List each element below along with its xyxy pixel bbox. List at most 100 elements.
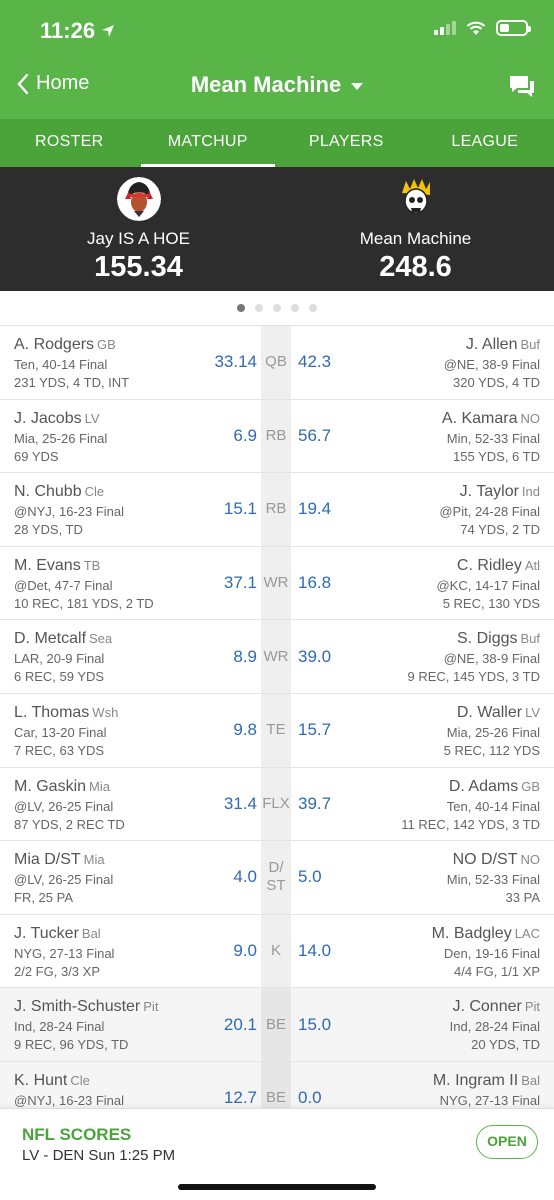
player-game: Ten, 40-14 Final xyxy=(446,798,540,814)
matchup-row: N. Chubb Cle @NYJ, 16-23 Final 28 YDS, TD… xyxy=(0,473,554,547)
page-dot xyxy=(237,304,245,312)
player-game: @NYJ, 16-23 Final xyxy=(14,504,125,520)
right-player[interactable]: A. Kamara NO Min, 52-33 Final 155 YDS, 6 … xyxy=(340,410,540,464)
left-player[interactable]: M. Evans TB @Det, 47-7 Final 10 REC, 181 … xyxy=(14,557,214,611)
page-dot xyxy=(309,304,317,312)
right-player[interactable]: D. Adams GB Ten, 40-14 Final 11 REC, 142 … xyxy=(340,778,540,832)
left-player[interactable]: J. Tucker Bal NYG, 27-13 Final 2/2 FG, 3/… xyxy=(14,925,214,979)
right-player[interactable]: J. Allen Buf @NE, 38-9 Final 320 YDS, 4 T… xyxy=(340,336,540,390)
player-team: GB xyxy=(97,337,116,352)
right-player[interactable]: J. Taylor Ind @Pit, 24-28 Final 74 YDS, 2… xyxy=(340,483,540,537)
player-name: M. Gaskin Mia xyxy=(14,778,214,796)
player-game: @Det, 47-7 Final xyxy=(14,577,113,593)
left-player-points: 33.14 xyxy=(214,352,257,372)
player-team: LV xyxy=(525,704,540,720)
page-indicator[interactable] xyxy=(0,291,554,325)
player-name-text: M. Badgley xyxy=(431,924,512,942)
left-player[interactable]: A. Rodgers GB Ten, 40-14 Final 231 YDS, 4… xyxy=(14,336,214,390)
player-team: Pit xyxy=(143,999,159,1015)
player-name-text: C. Ridley xyxy=(456,556,522,574)
right-player[interactable]: J. Conner Pit Ind, 28-24 Final 20 YDS, TD xyxy=(340,998,540,1052)
player-name: M. Badgley LAC xyxy=(340,925,540,943)
player-stats: 155 YDS, 6 TD xyxy=(453,448,540,464)
player-stats: 5 REC, 130 YDS xyxy=(442,595,540,611)
left-player[interactable]: M. Gaskin Mia @LV, 26-25 Final 87 YDS, 2 … xyxy=(14,778,214,832)
team-left-name: Jay IS A HOE xyxy=(87,229,190,248)
tab-matchup[interactable]: MATCHUP xyxy=(139,119,278,167)
player-team: Bal xyxy=(521,1072,540,1088)
player-name: J. Jacobs LV xyxy=(14,410,214,428)
right-player[interactable]: C. Ridley Atl @KC, 14-17 Final 5 REC, 130… xyxy=(340,557,540,611)
team-right[interactable]: Mean Machine 248.6 xyxy=(277,167,554,284)
player-name: D. Adams GB xyxy=(340,778,540,796)
matchup-row: K. Hunt Cle @NYJ, 16-23 Final 12.7 BE 0.0… xyxy=(0,1061,554,1108)
matchup-row: J. Tucker Bal NYG, 27-13 Final 2/2 FG, 3/… xyxy=(0,914,554,989)
matchup-roster-list[interactable]: A. Rodgers GB Ten, 40-14 Final 231 YDS, 4… xyxy=(0,325,554,1108)
tab-league[interactable]: LEAGUE xyxy=(416,119,554,167)
player-name-text: A. Rodgers xyxy=(14,336,95,353)
player-game: LAR, 20-9 Final xyxy=(14,651,105,667)
left-player[interactable]: D. Metcalf Sea LAR, 20-9 Final 6 REC, 59 … xyxy=(14,630,214,684)
left-player[interactable]: L. Thomas Wsh Car, 13-20 Final 7 REC, 63 … xyxy=(14,704,214,758)
tab-players[interactable]: PLAYERS xyxy=(277,119,416,167)
right-player-points: 5.0 xyxy=(298,867,322,887)
player-stats: 5 REC, 112 YDS xyxy=(443,742,540,758)
player-team: Bal xyxy=(81,925,101,941)
player-stats: 2/2 FG, 3/3 XP xyxy=(14,963,100,979)
player-stats: 9 REC, 145 YDS, 3 TD xyxy=(407,669,540,685)
player-team: Wsh xyxy=(92,704,119,720)
skull-avatar-icon xyxy=(401,179,430,214)
open-button[interactable]: OPEN xyxy=(476,1125,538,1159)
player-name: A. Rodgers GB xyxy=(14,336,214,354)
player-game: Ind, 28-24 Final xyxy=(449,1019,540,1035)
scores-game: LV - DEN Sun 1:25 PM xyxy=(22,1147,176,1164)
left-player[interactable]: N. Chubb Cle @NYJ, 16-23 Final 28 YDS, TD xyxy=(14,483,214,537)
player-stats: 10 REC, 181 YDS, 2 TD xyxy=(14,595,154,611)
player-name-text: J. Allen xyxy=(465,336,518,353)
player-game: Ind, 28-24 Final xyxy=(14,1019,105,1035)
player-stats: 69 YDS xyxy=(14,448,59,464)
tab-roster[interactable]: ROSTER xyxy=(0,119,139,167)
right-player[interactable]: M. Badgley LAC Den, 19-16 Final 4/4 FG, 1… xyxy=(340,925,540,979)
right-player[interactable]: D. Waller LV Mia, 25-26 Final 5 REC, 112 … xyxy=(340,704,540,758)
player-name-text: M. Evans xyxy=(14,556,81,574)
player-game: @KC, 14-17 Final xyxy=(436,577,540,593)
player-name-text: D. Metcalf xyxy=(14,630,87,648)
player-game: @NE, 38-9 Final xyxy=(443,651,540,667)
left-player[interactable]: Mia D/ST Mia @LV, 26-25 Final FR, 25 PA xyxy=(14,851,214,905)
chat-icon[interactable] xyxy=(508,74,536,98)
player-game: @LV, 26-25 Final xyxy=(14,872,114,888)
player-team: Ind xyxy=(521,484,540,500)
player-name: J. Taylor Ind xyxy=(340,483,540,501)
player-name-text: M. Gaskin xyxy=(14,777,87,795)
scores-title: NFL SCORES xyxy=(22,1125,132,1144)
player-stats: FR, 25 PA xyxy=(14,890,74,906)
matchup-row: M. Gaskin Mia @LV, 26-25 Final 87 YDS, 2 … xyxy=(0,767,554,842)
home-indicator xyxy=(178,1184,376,1190)
right-player-points: 56.7 xyxy=(298,425,332,445)
status-time: 11:26 xyxy=(40,18,115,44)
player-team: NO xyxy=(520,852,541,868)
left-player[interactable]: J. Jacobs LV Mia, 25-26 Final 69 YDS xyxy=(14,410,214,464)
player-game: @NYJ, 16-23 Final xyxy=(14,1092,125,1108)
team-left[interactable]: Jay IS A HOE 155.34 xyxy=(0,167,277,284)
left-player[interactable]: J. Smith-Schuster Pit Ind, 28-24 Final 9 … xyxy=(14,998,214,1052)
left-player[interactable]: K. Hunt Cle @NYJ, 16-23 Final xyxy=(14,1072,214,1108)
team-selector[interactable]: Mean Machine xyxy=(0,72,554,98)
player-game: @NE, 38-9 Final xyxy=(443,357,540,372)
matchup-row: M. Evans TB @Det, 47-7 Final 10 REC, 181 … xyxy=(0,546,554,621)
player-name: Mia D/ST Mia xyxy=(14,851,214,869)
right-player[interactable]: NO D/ST NO Min, 52-33 Final 33 PA xyxy=(340,851,540,905)
player-name: K. Hunt Cle xyxy=(14,1072,214,1090)
player-team: Cle xyxy=(70,1072,90,1088)
status-indicators xyxy=(434,20,531,36)
player-name: C. Ridley Atl xyxy=(340,557,540,575)
wifi-icon xyxy=(466,21,486,35)
player-name-text: Mia D/ST xyxy=(14,851,81,869)
right-player[interactable]: M. Ingram II Bal NYG, 27-13 Final xyxy=(340,1072,540,1108)
right-player[interactable]: S. Diggs Buf @NE, 38-9 Final 9 REC, 145 Y… xyxy=(340,630,540,684)
player-name-text: J. Jacobs xyxy=(14,409,82,427)
page-title: Mean Machine xyxy=(190,72,342,97)
player-name-text: A. Kamara xyxy=(441,409,518,427)
left-player-points: 8.9 xyxy=(233,646,257,666)
